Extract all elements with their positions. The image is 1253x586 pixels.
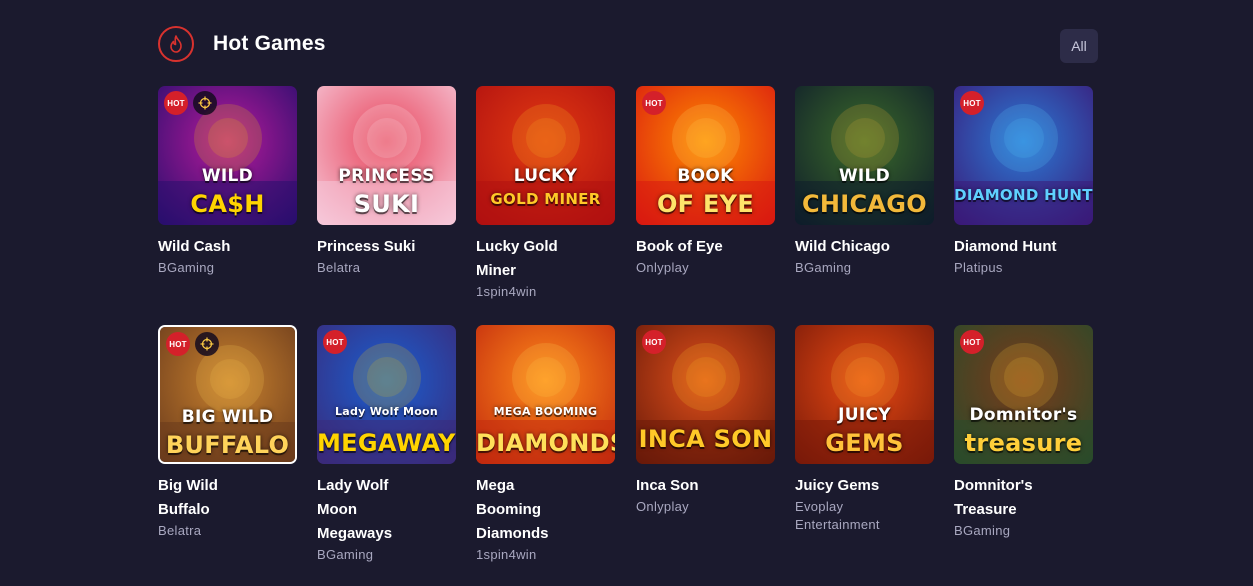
game-provider: BGaming: [158, 260, 215, 275]
game-title[interactable]: Lucky Gold Miner: [476, 235, 576, 283]
hot-games-section: Hot Games All WILD CA$H HOT Wild Cash BGamin…: [158, 25, 1098, 562]
game-provider: Evoplay Entertainment: [795, 499, 880, 532]
game-thumbnail[interactable]: Lady Wolf Moon MEGAWAYS HOT: [317, 325, 456, 464]
game-title[interactable]: Big Wild Buffalo: [158, 474, 248, 522]
hot-badge: HOT: [164, 91, 188, 115]
game-art-text: WILD: [838, 166, 891, 186]
game-thumbnail[interactable]: WILD CA$H HOT: [158, 86, 297, 225]
game-thumbnail[interactable]: DIAMOND HUNT HOT: [954, 86, 1093, 225]
game-art-text: JUICY: [838, 405, 891, 425]
game-thumbnail[interactable]: BIG WILD BUFFALO HOT: [158, 325, 297, 464]
game-art-text: Lady Wolf Moon: [334, 405, 439, 418]
game-art-text: BOOK: [677, 166, 734, 186]
section-header: Hot Games All: [158, 25, 1098, 67]
hot-badge: HOT: [642, 91, 666, 115]
game-provider: BGaming: [317, 547, 374, 562]
game-art-text: MEGA BOOMING: [493, 405, 598, 418]
game-title[interactable]: Domnitor's Treasure: [954, 474, 1054, 522]
hot-badge: HOT: [960, 91, 984, 115]
game-card[interactable]: WILD CA$H HOT Wild Cash BGaming: [158, 86, 298, 277]
game-title[interactable]: Princess Suki: [317, 235, 449, 259]
game-art-text: BUFFALO: [165, 431, 290, 459]
game-art-text: DIAMONDS: [476, 429, 615, 457]
hot-badge: HOT: [166, 332, 190, 356]
game-title[interactable]: Juicy Gems: [795, 474, 927, 498]
game-card[interactable]: INCA SON HOT Inca Son Onlyplay: [636, 325, 776, 516]
game-title[interactable]: Lady Wolf Moon Megaways: [317, 474, 407, 546]
game-art-text: CA$H: [190, 190, 265, 218]
game-provider: Platipus: [954, 260, 1003, 275]
game-thumbnail[interactable]: LUCKY GOLD MINER: [476, 86, 615, 225]
game-provider: Onlyplay: [636, 499, 689, 514]
game-art-text: CHICAGO: [801, 190, 928, 218]
game-art-text: MEGAWAYS: [317, 429, 456, 457]
game-card[interactable]: Domnitor's treasure HOT Domnitor's Treasure…: [954, 325, 1094, 540]
game-provider: BGaming: [795, 260, 852, 275]
game-art-text: Domnitor's: [969, 405, 1078, 425]
game-provider: 1spin4win: [476, 284, 537, 299]
game-title[interactable]: Book of Eye: [636, 235, 768, 259]
game-card[interactable]: MEGA BOOMING DIAMONDS Mega Booming Diamond…: [476, 325, 616, 564]
game-art-text: GEMS: [825, 429, 904, 457]
game-card[interactable]: JUICY GEMS Juicy Gems Evoplay Entertainment: [795, 325, 935, 534]
game-title[interactable]: Inca Son: [636, 474, 768, 498]
game-provider: 1spin4win: [476, 547, 537, 562]
game-art-text: PRINCESS: [338, 166, 435, 186]
game-title[interactable]: Wild Chicago: [795, 235, 927, 259]
hot-badge: HOT: [960, 330, 984, 354]
game-art-text: GOLD MINER: [490, 190, 601, 208]
game-art-text: WILD: [201, 166, 254, 186]
game-art-text: DIAMOND HUNT: [954, 186, 1093, 204]
crosshair-icon: [195, 332, 219, 356]
game-provider: Belatra: [158, 523, 202, 538]
game-card[interactable]: BIG WILD BUFFALO HOT Big Wild Buffalo Belatr…: [158, 325, 298, 540]
game-art-text: OF EYE: [656, 190, 755, 218]
game-title[interactable]: Mega Booming Diamonds: [476, 474, 566, 546]
game-title[interactable]: Diamond Hunt: [954, 235, 1086, 259]
game-thumbnail[interactable]: Domnitor's treasure HOT: [954, 325, 1093, 464]
fire-icon: [158, 26, 194, 62]
game-card[interactable]: PRINCESS SUKI Princess Suki Belatra: [317, 86, 457, 277]
game-card[interactable]: LUCKY GOLD MINER Lucky Gold Miner 1spin4win: [476, 86, 616, 301]
game-thumbnail[interactable]: BOOK OF EYE HOT: [636, 86, 775, 225]
game-thumbnail[interactable]: INCA SON HOT: [636, 325, 775, 464]
game-thumbnail[interactable]: JUICY GEMS: [795, 325, 934, 464]
game-art-text: BIG WILD: [181, 407, 274, 427]
hot-badge: HOT: [323, 330, 347, 354]
all-games-button[interactable]: All: [1060, 29, 1098, 63]
game-provider: Belatra: [317, 260, 361, 275]
crosshair-icon: [193, 91, 217, 115]
game-thumbnail[interactable]: MEGA BOOMING DIAMONDS: [476, 325, 615, 464]
game-provider: Onlyplay: [636, 260, 689, 275]
hot-badge: HOT: [642, 330, 666, 354]
game-provider: BGaming: [954, 523, 1011, 538]
game-thumbnail[interactable]: PRINCESS SUKI: [317, 86, 456, 225]
game-card[interactable]: WILD CHICAGO Wild Chicago BGaming: [795, 86, 935, 277]
game-art-text: INCA SON: [638, 425, 773, 453]
game-title[interactable]: Wild Cash: [158, 235, 290, 259]
game-card[interactable]: DIAMOND HUNT HOT Diamond Hunt Platipus: [954, 86, 1094, 277]
game-card[interactable]: Lady Wolf Moon MEGAWAYS HOT Lady Wolf Moon …: [317, 325, 457, 564]
section-title: Hot Games: [213, 32, 326, 55]
game-card[interactable]: BOOK OF EYE HOT Book of Eye Onlyplay: [636, 86, 776, 277]
game-thumbnail[interactable]: WILD CHICAGO: [795, 86, 934, 225]
game-art-text: treasure: [964, 429, 1083, 457]
game-art-text: SUKI: [353, 190, 420, 218]
game-art-text: LUCKY: [513, 166, 578, 186]
